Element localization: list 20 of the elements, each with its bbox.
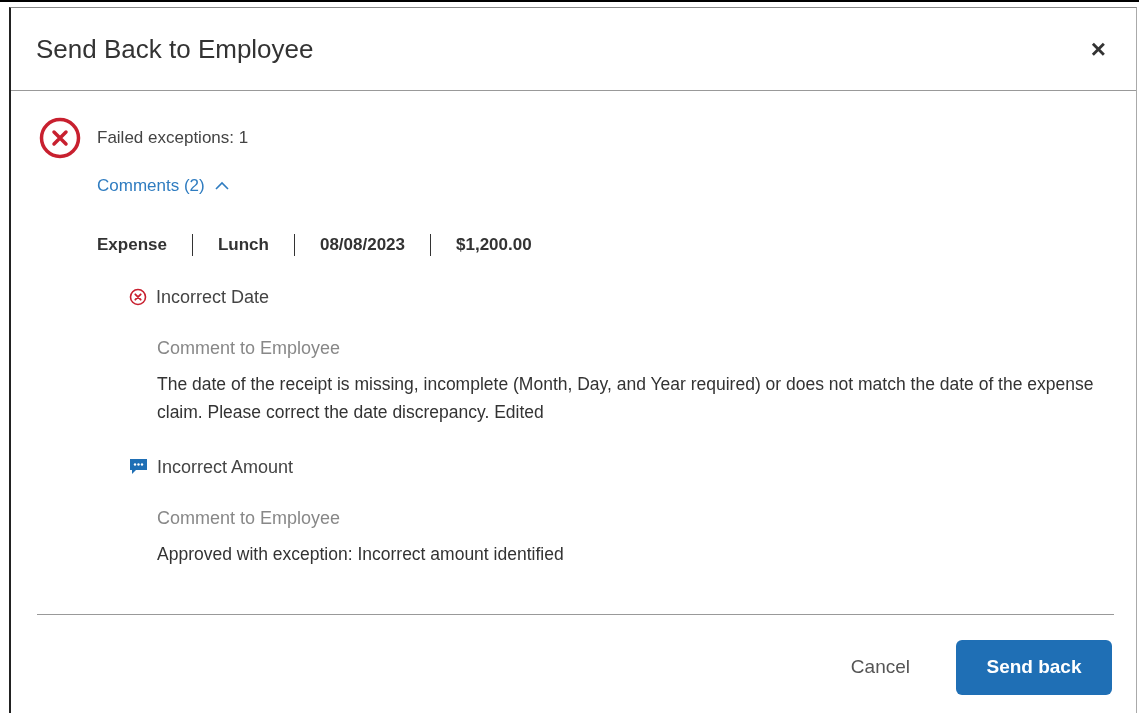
expense-detail: Expense bbox=[97, 234, 167, 256]
comment-label: Comment to Employee bbox=[157, 336, 342, 360]
expense-detail: 08/08/2023 bbox=[319, 234, 406, 256]
error-icon bbox=[129, 288, 147, 306]
chevron-up-icon bbox=[214, 180, 229, 190]
dialog-title: Send Back to Employee bbox=[36, 32, 314, 66]
exception-title: Incorrect Date bbox=[156, 285, 270, 309]
comments-toggle[interactable]: Comments (2) bbox=[97, 172, 532, 198]
speech-bubble-icon bbox=[129, 458, 148, 476]
cancel-button[interactable]: Cancel bbox=[850, 653, 910, 682]
error-icon bbox=[39, 117, 81, 159]
comment-text: The date of the receipt is missing, incomplete (Month, Day, and Year required) or does not match the date of the expense claim. Please correct the date discrepancy. Edited bbox=[157, 372, 1095, 424]
close-button[interactable]: × bbox=[1090, 36, 1106, 62]
expense-detail: $1,200.00 bbox=[456, 234, 532, 256]
send-back-button[interactable]: Send back bbox=[956, 640, 1112, 695]
exception-title: Incorrect Amount bbox=[157, 455, 294, 479]
expense-detail: Lunch bbox=[217, 234, 269, 256]
comment-label: Comment to Employee bbox=[157, 506, 342, 530]
comment-text: Approved with exception: Incorrect amount identified bbox=[157, 542, 565, 566]
failed-exceptions-text: Failed exceptions: 1 bbox=[97, 127, 250, 149]
